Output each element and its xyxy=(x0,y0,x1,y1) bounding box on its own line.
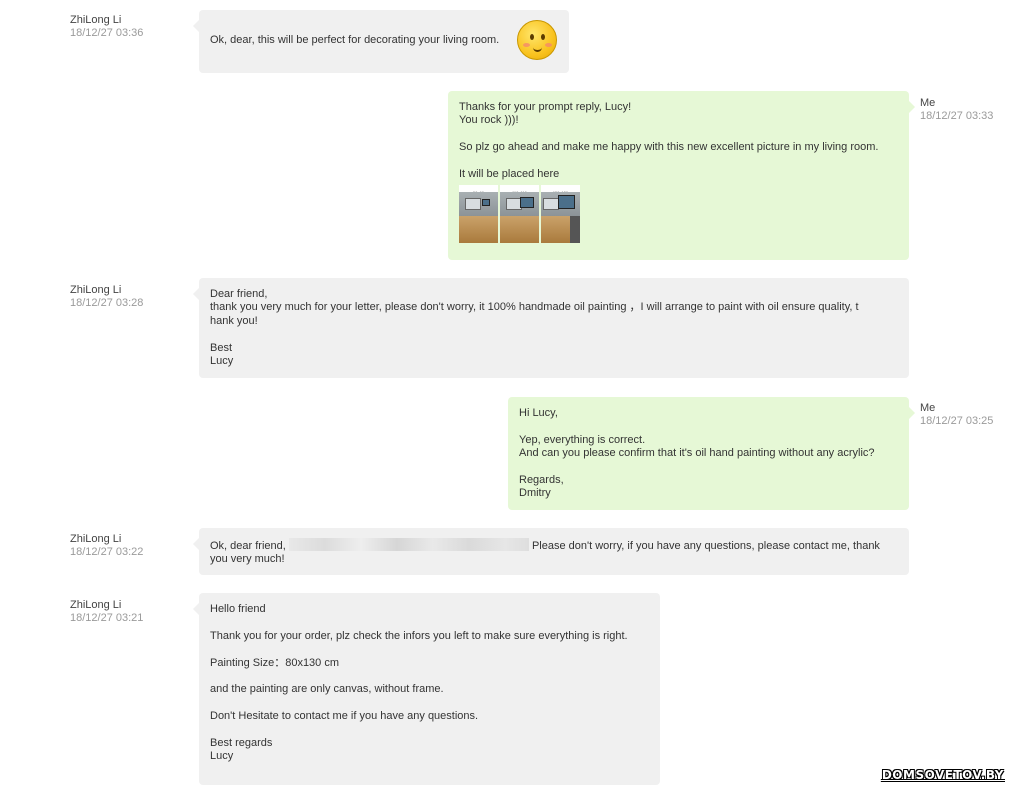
message-text: you very much! xyxy=(210,553,285,566)
image-attachment[interactable]: 50x60 110x110 150x150 xyxy=(459,185,898,244)
redacted-text xyxy=(288,538,529,551)
sender-name: ZhiLong Li xyxy=(70,533,122,545)
sender-meta: ZhiLong Li 18/12/27 03:22 xyxy=(70,533,143,559)
message-text: Dear friend, xyxy=(210,288,268,300)
message-text: and the painting are only canvas, withou… xyxy=(210,683,444,696)
message-timestamp: 18/12/27 03:25 xyxy=(920,415,994,427)
sender-meta: Me 18/12/27 03:33 xyxy=(920,97,993,123)
sender-meta: Me 18/12/27 03:25 xyxy=(920,402,993,428)
sender-name: Me xyxy=(920,97,936,109)
sender-name: ZhiLong Li xyxy=(70,599,122,611)
message-text: Best xyxy=(210,341,233,354)
message-text: Hello friend xyxy=(210,603,266,615)
sender-name: Me xyxy=(920,402,936,414)
message-text-suffix: Please don't worry, if you have any ques… xyxy=(531,540,880,552)
outgoing-message-bubble[interactable]: Hi Lucy, Yep, everything is correct. And… xyxy=(508,397,915,510)
room-thumbnail: 150x150 xyxy=(541,185,580,244)
message-text: Hi Lucy, xyxy=(519,407,558,419)
message-timestamp: 18/12/27 03:36 xyxy=(70,27,144,39)
message-text: Dmitry xyxy=(519,487,551,500)
message-text: Thanks for your prompt reply, Lucy! xyxy=(459,101,632,113)
message-text: Painting Size：80x130 cm xyxy=(210,656,340,669)
message-text: Thank you for your order, plz check the … xyxy=(210,629,628,642)
message-text: Ok, dear friend, Please don't worry, if … xyxy=(210,538,898,553)
message-text: Don't Hesitate to contact me if you have… xyxy=(210,710,479,723)
message-timestamp: 18/12/27 03:28 xyxy=(70,297,144,309)
message-text: Best regards xyxy=(210,736,273,749)
room-thumbnail: 50x60 xyxy=(459,185,498,244)
room-thumbnail: 110x110 xyxy=(500,185,539,244)
outgoing-message-bubble[interactable]: Thanks for your prompt reply, Lucy! You … xyxy=(448,91,915,260)
sender-meta: ZhiLong Li 18/12/27 03:28 xyxy=(70,284,143,310)
message-text: You rock )))! xyxy=(459,114,519,127)
watermark: DOMSOVETOV.BY xyxy=(881,768,1004,782)
message-text: Regards, xyxy=(519,474,564,486)
message-text: And can you please confirm that it's oil… xyxy=(519,447,875,460)
message-text: thank you very much for your letter, ple… xyxy=(210,301,859,314)
sender-name: ZhiLong Li xyxy=(70,14,122,26)
incoming-message-bubble[interactable]: Hello friend Thank you for your order, p… xyxy=(193,593,660,785)
sender-meta: ZhiLong Li 18/12/27 03:21 xyxy=(70,599,143,625)
smiley-emoji-icon xyxy=(517,20,557,60)
message-text: Yep, everything is correct. xyxy=(519,433,646,446)
message-text: It will be placed here xyxy=(459,168,560,180)
message-text: hank you! xyxy=(210,314,258,327)
sender-meta: ZhiLong Li 18/12/27 03:36 xyxy=(70,14,143,40)
message-timestamp: 18/12/27 03:33 xyxy=(920,110,994,122)
message-timestamp: 18/12/27 03:21 xyxy=(70,612,144,624)
message-text-prefix: Ok, dear friend, xyxy=(210,540,286,552)
incoming-message-bubble[interactable]: Ok, dear, this will be perfect for decor… xyxy=(193,10,569,73)
message-timestamp: 18/12/27 03:22 xyxy=(70,546,144,558)
message-text: Lucy xyxy=(210,750,234,763)
sender-name: ZhiLong Li xyxy=(70,284,122,296)
incoming-message-bubble[interactable]: Dear friend, thank you very much for you… xyxy=(193,278,909,378)
message-text: Ok, dear, this will be perfect for decor… xyxy=(210,34,500,46)
incoming-message-bubble[interactable]: Ok, dear friend, Please don't worry, if … xyxy=(193,528,909,575)
message-text: So plz go ahead and make me happy with t… xyxy=(459,141,879,154)
message-text: Lucy xyxy=(210,355,234,368)
